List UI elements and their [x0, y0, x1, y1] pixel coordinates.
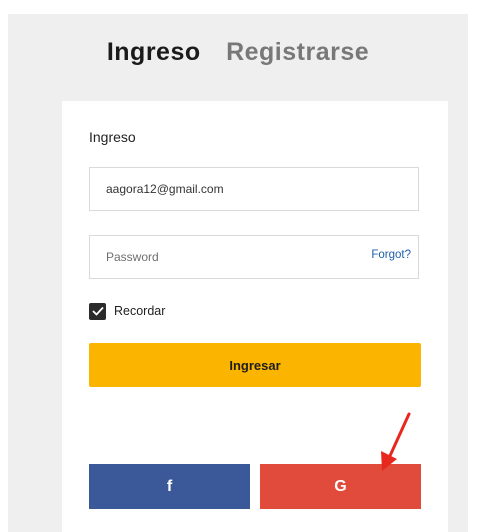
- remember-checkbox[interactable]: [89, 302, 106, 320]
- remember-label: Recordar: [114, 304, 166, 318]
- auth-tabs: Ingreso Registrarse: [8, 38, 468, 67]
- forgot-password-link[interactable]: Forgot?: [371, 249, 411, 261]
- remember-row: Recordar: [89, 302, 165, 320]
- facebook-login-button[interactable]: f: [89, 464, 250, 509]
- tab-register[interactable]: Registrarse: [226, 38, 369, 67]
- tab-login[interactable]: Ingreso: [107, 38, 201, 67]
- red-arrow-icon: [381, 412, 411, 471]
- checkmark-icon: [91, 306, 104, 316]
- login-button[interactable]: Ingresar: [89, 343, 421, 387]
- google-icon: G: [334, 477, 347, 495]
- password-field: Forgot?: [89, 235, 419, 279]
- login-card-title: Ingreso: [89, 129, 136, 145]
- facebook-icon: f: [166, 477, 173, 495]
- email-field: [89, 167, 419, 211]
- password-input[interactable]: [106, 236, 346, 278]
- email-input[interactable]: [106, 168, 346, 210]
